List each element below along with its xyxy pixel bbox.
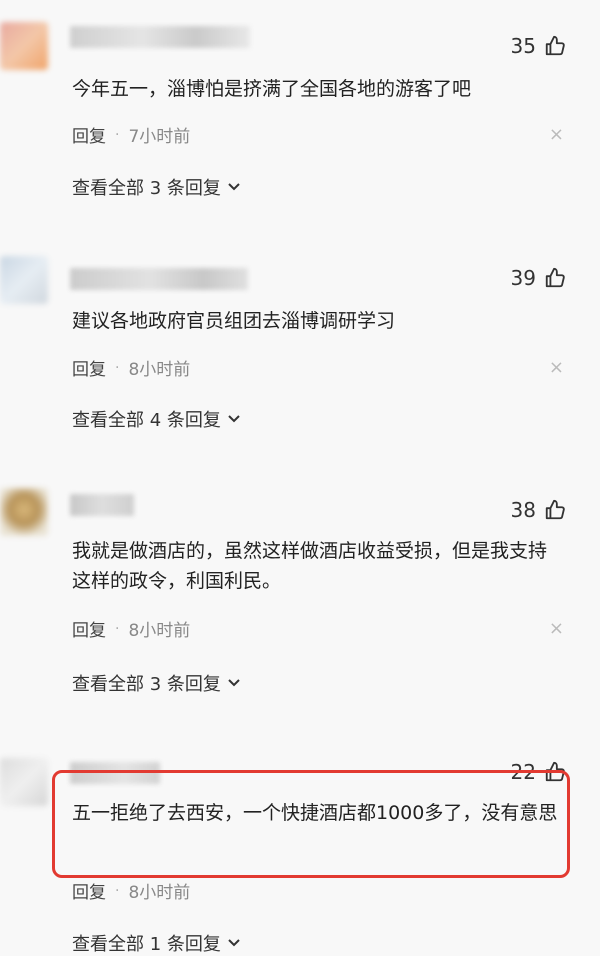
- view-replies-button[interactable]: 查看全部 1 条回复: [72, 930, 241, 956]
- comment-meta: 回复 · 8小时前: [72, 616, 191, 642]
- chevron-down-icon: [228, 939, 240, 947]
- timestamp: 8小时前: [128, 621, 191, 641]
- username-blurred[interactable]: [70, 494, 134, 516]
- reply-button[interactable]: 回复: [72, 878, 106, 903]
- view-replies-button[interactable]: 查看全部 3 条回复: [72, 174, 241, 200]
- separator-dot: ·: [115, 620, 120, 637]
- close-icon[interactable]: ×: [549, 618, 564, 639]
- chevron-down-icon: [228, 183, 240, 191]
- timestamp: 8小时前: [128, 883, 191, 903]
- view-replies-label: 查看全部 3 条回复: [72, 674, 221, 695]
- avatar[interactable]: [0, 22, 48, 70]
- reply-button[interactable]: 回复: [72, 122, 106, 147]
- username-blurred[interactable]: [70, 268, 248, 290]
- reply-button[interactable]: 回复: [72, 616, 106, 641]
- separator-dot: ·: [115, 359, 120, 376]
- view-replies-label: 查看全部 3 条回复: [72, 178, 221, 199]
- comment-meta: 回复 · 8小时前: [72, 878, 191, 904]
- close-icon[interactable]: ×: [549, 357, 564, 378]
- comment-meta: 回复 · 8小时前: [72, 355, 191, 381]
- like-count: 35: [510, 34, 536, 58]
- view-replies-label: 查看全部 4 条回复: [72, 410, 221, 431]
- like-control[interactable]: 39: [511, 266, 566, 290]
- close-icon[interactable]: ×: [549, 124, 564, 145]
- chevron-down-icon: [228, 679, 240, 687]
- like-control[interactable]: 35: [511, 34, 566, 58]
- separator-dot: ·: [115, 126, 120, 143]
- timestamp: 8小时前: [128, 360, 191, 380]
- comment-text: 今年五一，淄博怕是挤满了全国各地的游客了吧: [72, 78, 472, 100]
- like-count: 38: [510, 498, 536, 522]
- reply-button[interactable]: 回复: [72, 355, 106, 380]
- thumbs-up-icon[interactable]: [544, 35, 566, 57]
- avatar[interactable]: [0, 256, 48, 304]
- chevron-down-icon: [228, 415, 240, 423]
- view-replies-button[interactable]: 查看全部 4 条回复: [72, 406, 241, 432]
- highlight-box: [52, 770, 570, 878]
- thumbs-up-icon[interactable]: [544, 267, 566, 289]
- comment-text: 建议各地政府官员组团去淄博调研学习: [72, 310, 396, 332]
- username-blurred[interactable]: [70, 26, 250, 48]
- avatar[interactable]: [0, 488, 48, 536]
- view-replies-button[interactable]: 查看全部 3 条回复: [72, 670, 241, 696]
- comment-text: 我就是做酒店的，虽然这样做酒店收益受损，但是我支持这样的政令，利国利民。: [72, 540, 548, 592]
- comment-meta: 回复 · 7小时前: [72, 122, 191, 148]
- like-control[interactable]: 38: [511, 498, 566, 522]
- separator-dot: ·: [115, 882, 120, 899]
- like-count: 39: [510, 266, 536, 290]
- avatar[interactable]: [0, 758, 48, 806]
- view-replies-label: 查看全部 1 条回复: [72, 934, 221, 955]
- timestamp: 7小时前: [128, 127, 191, 147]
- thumbs-up-icon[interactable]: [544, 499, 566, 521]
